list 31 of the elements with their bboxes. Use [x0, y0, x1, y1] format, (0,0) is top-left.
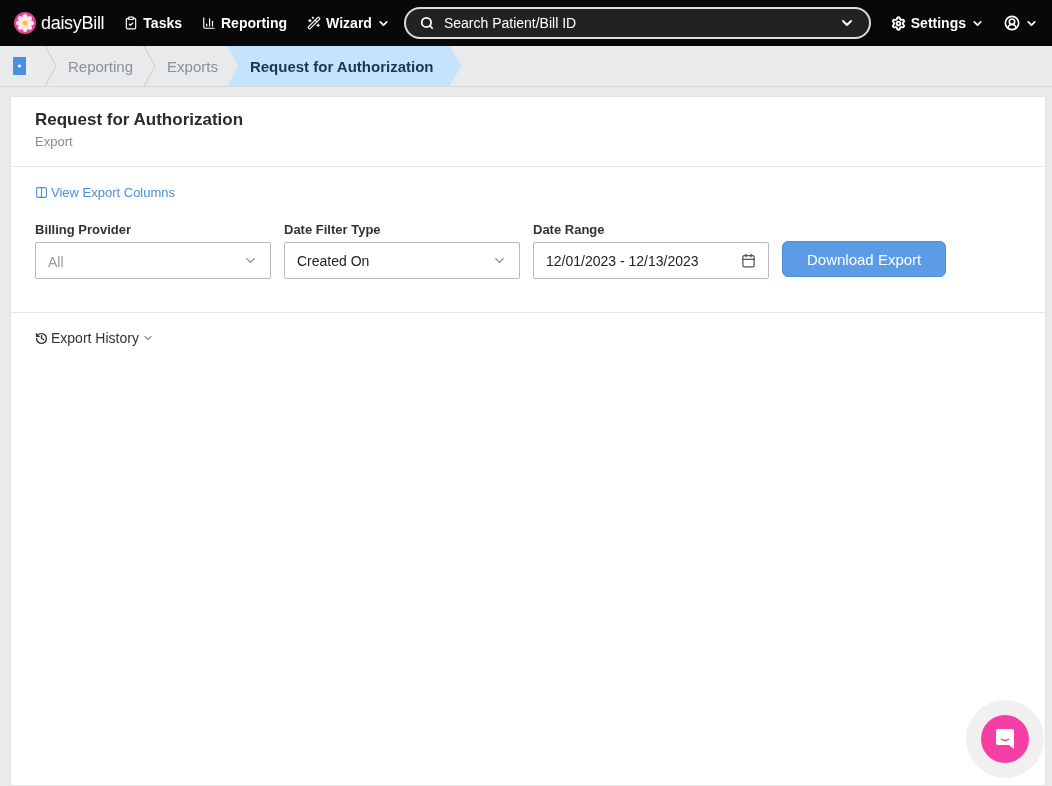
- settings-icon: [890, 15, 906, 31]
- settings-menu[interactable]: Settings: [890, 15, 984, 31]
- bar-chart-icon: [202, 16, 216, 30]
- page-subtitle: Export: [35, 134, 74, 149]
- select-field[interactable]: Created On: [284, 242, 520, 279]
- nav-link[interactable]: Wizard: [307, 15, 390, 31]
- chat-button[interactable]: [981, 715, 1029, 763]
- magic-wand-icon: [307, 16, 322, 30]
- export-history-toggle[interactable]: Export History: [35, 330, 154, 346]
- field-label: Billing Provider: [35, 222, 133, 237]
- field-label: Date Range: [533, 222, 606, 237]
- history-icon: [35, 331, 48, 345]
- nav-link[interactable]: Tasks: [124, 15, 182, 31]
- user-icon: [1004, 15, 1020, 31]
- flower-logo-icon: [14, 12, 36, 34]
- search-icon: [419, 16, 434, 30]
- nav-link[interactable]: Reporting: [202, 15, 288, 31]
- calendar-icon: [741, 253, 756, 268]
- breadcrumb-link[interactable]: Request for Authorization: [227, 46, 462, 86]
- date-range-field[interactable]: 12/01/2023 - 12/13/2023: [533, 242, 769, 279]
- view-columns-link[interactable]: View Export Columns: [35, 185, 176, 200]
- notebook-icon[interactable]: [12, 56, 32, 76]
- brand-name: daisyBill: [41, 12, 105, 34]
- chat-bubble-icon: [995, 728, 1015, 750]
- search-input[interactable]: Search Patient/Bill ID: [441, 14, 831, 32]
- columns-icon: [35, 186, 48, 199]
- search-bar[interactable]: Search Patient/Bill ID: [403, 7, 871, 39]
- page-title: Request for Authorization: [35, 110, 245, 130]
- field-label: Date Filter Type: [284, 222, 382, 237]
- user-menu[interactable]: [1004, 15, 1038, 31]
- clipboard-icon: [124, 16, 139, 30]
